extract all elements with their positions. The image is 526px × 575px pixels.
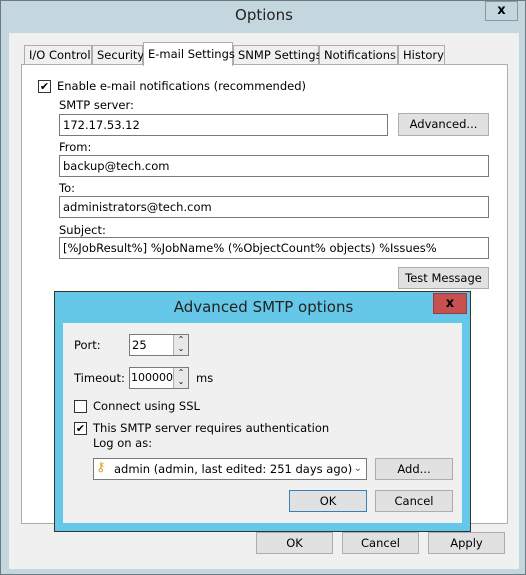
dialog-title: Advanced SMTP options: [173, 298, 354, 316]
from-label: From:: [59, 140, 92, 154]
logon-label: Log on as:: [93, 436, 153, 450]
smtp-server-label: SMTP server:: [59, 98, 134, 112]
cancel-button[interactable]: Cancel: [342, 532, 419, 554]
timeout-value: 100000: [131, 371, 173, 384]
smtp-server-input[interactable]: 172.17.53.12: [59, 114, 388, 136]
subject-label: Subject:: [59, 223, 106, 237]
logon-value: admin (admin, last edited: 251 days ago): [114, 462, 353, 476]
dialog-close-button[interactable]: x: [433, 293, 467, 314]
dialog-cancel-button[interactable]: Cancel: [375, 490, 453, 512]
window-title: Options: [235, 6, 293, 24]
apply-button[interactable]: Apply: [428, 532, 505, 554]
chevron-down-icon: ⌄: [353, 463, 362, 474]
timeout-stepper[interactable]: 100000 ⌃ ⌄: [129, 367, 189, 389]
close-button[interactable]: x: [485, 1, 518, 21]
enable-email-checkbox[interactable]: ✔: [38, 80, 51, 93]
ssl-label: Connect using SSL: [93, 399, 200, 413]
auth-label: This SMTP server requires authentication: [93, 421, 330, 435]
options-window: Options x I/O Control Security E-mail Se…: [0, 0, 526, 575]
tab-snmp-settings[interactable]: SNMP Settings: [233, 45, 322, 65]
tab-io-control[interactable]: I/O Control: [24, 45, 92, 65]
port-stepper[interactable]: 25 ⌃ ⌄: [129, 334, 189, 356]
enable-email-label: Enable e-mail notifications (recommended…: [57, 79, 306, 93]
timeout-unit: ms: [196, 371, 214, 385]
auth-checkbox[interactable]: ✔: [74, 422, 87, 435]
dialog-ok-button[interactable]: OK: [289, 490, 367, 512]
timeout-spin-buttons[interactable]: ⌃ ⌄: [173, 368, 188, 388]
port-spin-buttons[interactable]: ⌃ ⌄: [173, 335, 188, 355]
ssl-checkbox[interactable]: [74, 400, 87, 413]
tab-notifications[interactable]: Notifications: [319, 45, 398, 65]
test-message-button[interactable]: Test Message: [398, 267, 489, 289]
ok-button[interactable]: OK: [256, 532, 333, 554]
timeout-label: Timeout:: [74, 371, 125, 385]
subject-input[interactable]: [%JobResult%] %JobName% (%ObjectCount% o…: [59, 237, 489, 259]
add-button[interactable]: Add...: [375, 458, 453, 480]
tab-email-settings[interactable]: E-mail Settings: [143, 42, 235, 66]
advanced-button[interactable]: Advanced...: [398, 113, 489, 136]
tab-history[interactable]: History: [398, 45, 445, 65]
tab-security[interactable]: Security: [92, 45, 144, 65]
port-value: 25: [132, 338, 147, 352]
to-label: To:: [59, 181, 75, 195]
key-icon: ⚷: [96, 460, 106, 475]
advanced-smtp-dialog: Advanced SMTP options x Port: 25 ⌃ ⌄ Time…: [54, 291, 471, 532]
from-input[interactable]: backup@tech.com: [59, 155, 489, 177]
logon-combobox[interactable]: ⚷ admin (admin, last edited: 251 days ag…: [93, 458, 367, 480]
dialog-client: Port: 25 ⌃ ⌄ Timeout: 100000 ⌃ ⌄ ms Connec…: [63, 323, 462, 523]
port-label: Port:: [74, 338, 101, 352]
to-input[interactable]: administrators@tech.com: [59, 196, 489, 218]
